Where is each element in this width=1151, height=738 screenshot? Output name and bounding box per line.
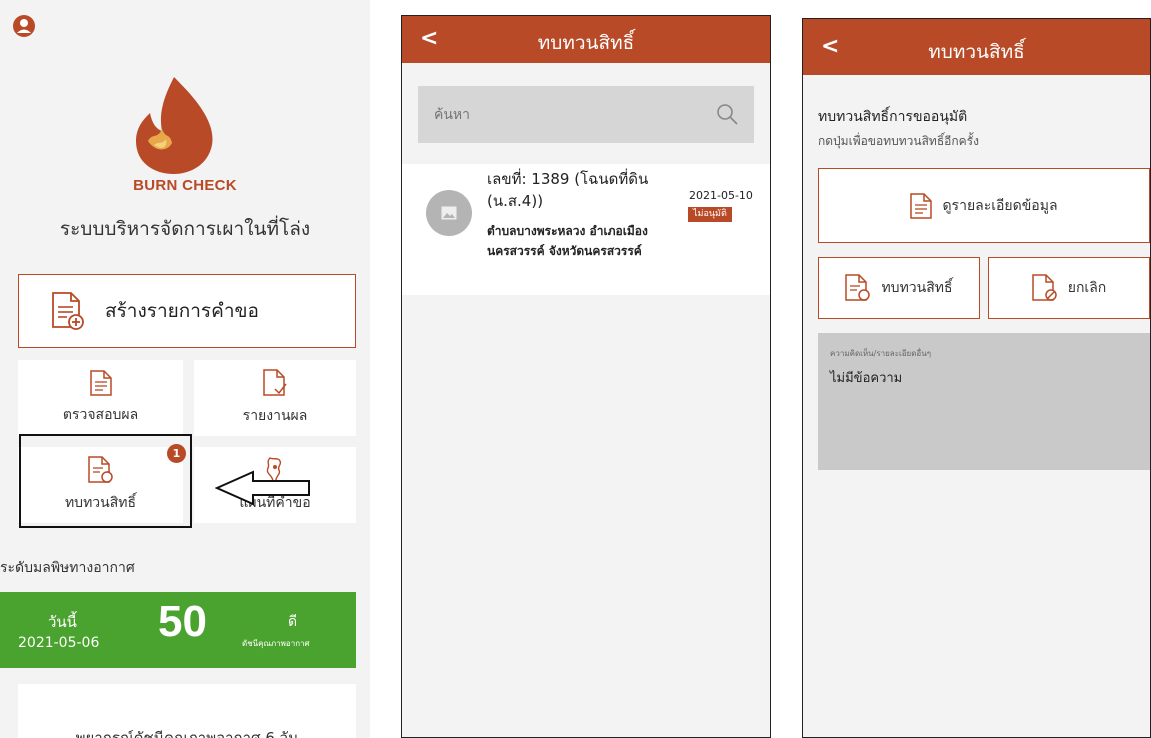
review-highlight-box: [19, 434, 192, 528]
header-bar: < ทบทวนสิทธิ์: [402, 16, 770, 63]
forecast-label: พยากรณ์ดัชนีคุณภาพอากาศ 6 วัน: [75, 729, 299, 738]
list-item[interactable]: เลขที่: 1389 (โฉนดที่ดิน (น.ส.4)) ตำบลบา…: [402, 164, 770, 295]
section-heading: ทบทวนสิทธิ์การขออนุมัติ: [818, 109, 968, 125]
document-refresh-icon: [845, 274, 871, 301]
review-detail-screen: < ทบทวนสิทธิ์ ทบทวนสิทธิ์การขออนุมัติ กด…: [802, 18, 1151, 738]
comment-text: ไม่มีข้อความ: [830, 371, 903, 386]
section-subheading: กดปุ่มเพื่อขอทบทวนสิทธิ์อีกครั้ง: [818, 134, 979, 148]
tile-report-result-label: รายงานผล: [242, 408, 308, 424]
create-request-button[interactable]: สร้างรายการคำขอ: [18, 274, 356, 348]
air-quality-heading: ระดับมลพิษทางอากาศ: [0, 560, 135, 576]
review-button[interactable]: ทบทวนสิทธิ์: [818, 257, 980, 319]
arrow-left-icon: [215, 470, 310, 506]
search-input[interactable]: [418, 86, 754, 143]
page-title: ทบทวนสิทธิ์: [537, 32, 635, 54]
thumbnail: [426, 190, 472, 236]
search-bar[interactable]: [418, 86, 754, 143]
user-icon[interactable]: [11, 13, 37, 39]
air-quality-value: 50: [158, 597, 207, 646]
create-request-label: สร้างรายการคำขอ: [105, 300, 259, 322]
item-title: เลขที่: 1389 (โฉนดที่ดิน (น.ส.4)): [487, 170, 649, 210]
tile-report-result[interactable]: รายงานผล: [194, 360, 356, 436]
document-cancel-icon: [1031, 274, 1057, 301]
document-icon: [89, 370, 112, 396]
comment-box[interactable]: ความคิดเห็น/รายละเอียดอื่นๆ ไม่มีข้อความ: [818, 333, 1150, 470]
image-placeholder-icon: [441, 206, 457, 220]
app-subtitle: ระบบบริหารจัดการเผาในที่โล่ง: [59, 218, 311, 240]
document-check-icon: [263, 369, 287, 396]
air-quality-index-label: ดัชนีคุณภาพอากาศ: [242, 639, 310, 648]
document-icon: [910, 192, 933, 219]
search-icon[interactable]: [716, 103, 738, 125]
air-quality-card[interactable]: วันนี้ 2021-05-06 50 ดี ดัชนีคุณภาพอากาศ: [0, 592, 356, 668]
page-title: ทบทวนสิทธิ์: [928, 41, 1025, 63]
cancel-button[interactable]: ยกเลิก: [988, 257, 1150, 319]
review-badge: 1: [167, 444, 186, 463]
comment-caption: ความคิดเห็น/รายละเอียดอื่นๆ: [830, 349, 931, 358]
tile-check-result[interactable]: ตรวจสอบผล: [18, 360, 183, 436]
tile-check-result-label: ตรวจสอบผล: [62, 407, 139, 423]
item-date: 2021-05-10: [689, 189, 753, 202]
item-address: ตำบลบางพระหลวง อำเภอเมืองนครสวรรค์ จังหว…: [487, 224, 648, 258]
air-quality-date: 2021-05-06: [18, 635, 100, 651]
view-detail-button[interactable]: ดูรายละเอียดข้อมูล: [818, 168, 1150, 243]
brand-name: BURN CHECK: [133, 177, 237, 194]
review-label: ทบทวนสิทธิ์: [881, 280, 953, 296]
status-badge: ไม่อนุมัติ: [688, 207, 732, 222]
header-bar: < ทบทวนสิทธิ์: [803, 19, 1150, 75]
air-quality-level: ดี: [288, 614, 298, 630]
view-detail-label: ดูรายละเอียดข้อมูล: [942, 197, 1058, 214]
review-list-screen: < ทบทวนสิทธิ์ เลขที่: 1389 (โฉนดที่ดิน (…: [401, 15, 771, 738]
flame-logo-icon: [136, 77, 213, 174]
home-screen: BURN CHECK ระบบบริหารจัดการเผาในที่โล่ง …: [0, 0, 370, 738]
air-quality-day: วันนี้: [48, 613, 77, 631]
cancel-label: ยกเลิก: [1067, 280, 1107, 296]
forecast-card[interactable]: พยากรณ์ดัชนีคุณภาพอากาศ 6 วัน: [18, 684, 356, 738]
document-add-icon: [52, 292, 84, 330]
